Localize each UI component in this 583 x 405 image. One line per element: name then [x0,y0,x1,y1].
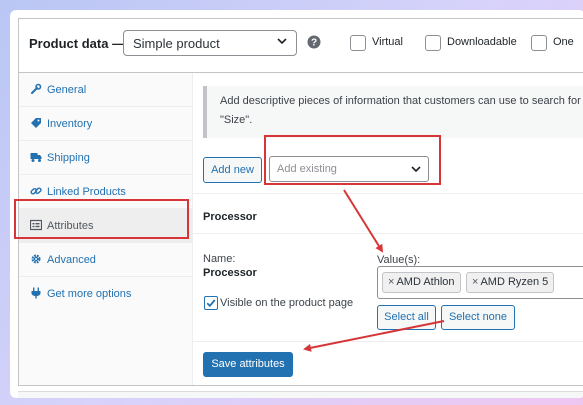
tab-shipping[interactable]: Shipping [19,141,192,175]
product-data-header: Product data — Simple product ? Virtual … [19,19,583,73]
tab-label: Inventory [47,118,93,130]
tab-label: Linked Products [47,186,126,198]
remove-icon[interactable]: × [388,276,394,288]
select-none-button[interactable]: Select none [441,305,515,330]
notice-text: Add descriptive pieces of information th… [220,95,581,107]
notice-text-continued: "Size". [220,114,253,126]
checkmark-icon [206,299,216,308]
select-all-button[interactable]: Select all [377,305,436,330]
chevron-down-icon [277,38,287,45]
attributes-highlight-box [14,199,189,239]
truck-icon [30,153,42,162]
product-type-select[interactable]: Simple product [123,30,297,56]
attributes-panel: Add descriptive pieces of information th… [193,73,583,385]
tab-label: General [47,84,87,96]
tab-advanced[interactable]: Advanced [19,243,192,277]
divider [193,193,583,194]
attribute-name-value: Processor [203,267,257,279]
tab-label: Advanced [47,254,96,266]
values-label: Value(s): [377,254,421,266]
attribute-heading[interactable]: Processor [203,211,257,223]
value-tag-label: AMD Athlon [396,276,455,288]
one-checkbox[interactable] [531,35,547,51]
downloadable-checkbox[interactable] [425,35,441,51]
link-icon [30,187,42,195]
visible-checkbox[interactable] [204,296,218,310]
attributes-notice: Add descriptive pieces of information th… [203,86,583,138]
divider [193,341,583,342]
tab-get-more-options[interactable]: Get more options [19,277,192,311]
virtual-label: Virtual [372,36,403,48]
svg-text:?: ? [311,38,317,49]
save-attributes-button[interactable]: Save attributes [203,352,293,377]
value-tag[interactable]: × AMD Ryzen 5 [466,272,555,293]
visible-label: Visible on the product page [220,297,354,309]
virtual-checkbox[interactable] [350,35,366,51]
product-data-title: Product data — [29,36,126,51]
one-label: One [553,36,574,48]
remove-icon[interactable]: × [472,276,478,288]
divider [193,233,583,234]
tab-label: Shipping [47,152,90,164]
add-new-button[interactable]: Add new [203,157,262,183]
product-type-value: Simple product [133,36,220,51]
wrench-icon [31,83,42,94]
value-tag-label: AMD Ryzen 5 [480,276,549,288]
help-icon[interactable]: ? [307,35,321,49]
value-tag[interactable]: × AMD Athlon [382,272,461,293]
values-field[interactable]: × AMD Athlon × AMD Ryzen 5 [377,266,583,299]
gear-icon [31,254,41,264]
add-existing-highlight-box [264,135,441,185]
tab-label: Get more options [47,288,132,300]
tab-inventory[interactable]: Inventory [19,107,192,141]
next-panel-edge [18,391,583,398]
downloadable-label: Downloadable [447,36,517,48]
tab-general[interactable]: General [19,73,192,107]
attribute-name-label: Name: [203,253,236,265]
plugin-icon [31,287,41,299]
tag-icon [31,118,41,128]
